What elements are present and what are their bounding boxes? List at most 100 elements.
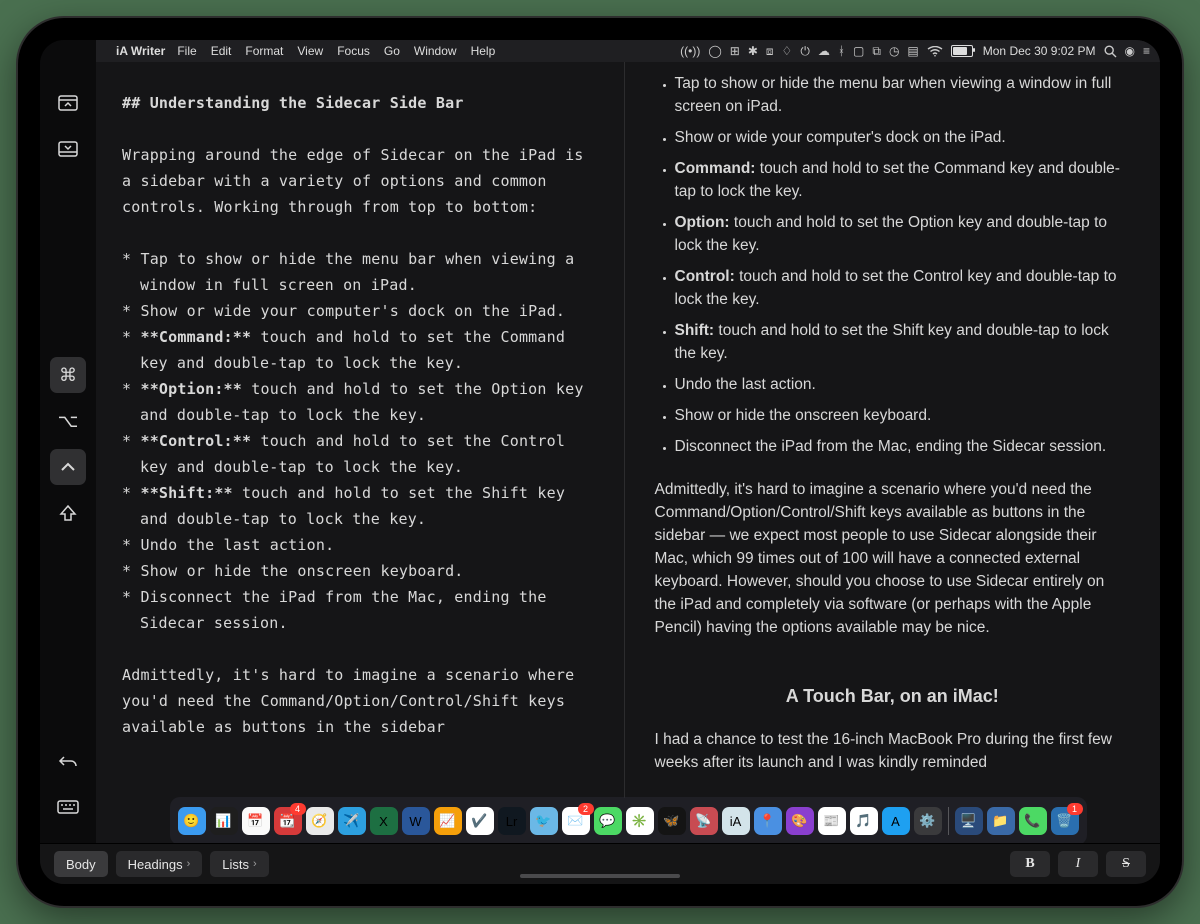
dock-app-excel[interactable]: X (370, 807, 398, 835)
editor-list-item: * Disconnect the iPad from the Mac, endi… (122, 584, 598, 636)
touchbar-italic-button[interactable]: I (1058, 851, 1098, 877)
dock-app-systemprefs[interactable]: ⚙️ (914, 807, 942, 835)
preview-list-item: Show or wide your computer's dock on the… (675, 126, 1131, 149)
dock-app-finder[interactable]: 🙂 (178, 807, 206, 835)
markdown-editor[interactable]: ## Understanding the Sidecar Side Bar Wr… (96, 62, 625, 798)
wifi-icon[interactable] (927, 46, 943, 57)
siri-icon[interactable]: ◉ (1125, 44, 1135, 58)
touchbar-lists-button[interactable]: Lists› (210, 851, 268, 877)
dock-app-trash[interactable]: 🗑️1 (1051, 807, 1079, 835)
menu-help[interactable]: Help (471, 44, 496, 58)
dock-badge: 4 (290, 803, 306, 815)
editor-list-item: * **Control:** touch and hold to set the… (122, 428, 598, 480)
dock-app-facetime[interactable]: 📞 (1019, 807, 1047, 835)
bluetooth-icon[interactable]: ᚼ (838, 44, 845, 58)
sidecar-dock-toggle[interactable] (50, 131, 86, 167)
touchbar-body-button[interactable]: Body (54, 851, 108, 877)
editor-list-item: * Show or hide the onscreen keyboard. (122, 558, 598, 584)
preview-list-item: Shift: touch and hold to set the Shift k… (675, 319, 1131, 365)
dock-app-calendar[interactable]: 📅 (242, 807, 270, 835)
mac-desktop: iA Writer File Edit Format View Focus Go… (96, 40, 1160, 844)
status-icon[interactable]: ▤ (907, 44, 918, 58)
notifications-icon[interactable]: ≡ (1143, 44, 1150, 58)
status-icon[interactable]: ⊞ (730, 44, 740, 58)
preview-list-item: Control: touch and hold to set the Contr… (675, 265, 1131, 311)
dock-app-desktop[interactable]: 🖥️ (955, 807, 983, 835)
spotlight-icon[interactable] (1104, 45, 1117, 58)
sidecar-undo-button[interactable] (50, 743, 86, 779)
dock-app-mail[interactable]: ✉️2 (562, 807, 590, 835)
touchbar-headings-button[interactable]: Headings› (116, 851, 203, 877)
editor-split: ## Understanding the Sidecar Side Bar Wr… (96, 62, 1160, 798)
dock-app-lightroom[interactable]: Lr (498, 807, 526, 835)
dock-app-safari[interactable]: 🧭 (306, 807, 334, 835)
sidecar-control-key[interactable] (50, 449, 86, 485)
sidecar-option-key[interactable]: ⌥ (50, 403, 86, 439)
dock-app-butterfly[interactable]: 🦋 (658, 807, 686, 835)
markdown-preview[interactable]: Tap to show or hide the menu bar when vi… (625, 62, 1161, 798)
menu-focus[interactable]: Focus (337, 44, 370, 58)
sidecar-shift-key[interactable] (50, 495, 86, 531)
editor-list-item: * **Shift:** touch and hold to set the S… (122, 480, 598, 532)
touchbar-strike-button[interactable]: S (1106, 851, 1146, 877)
preview-list-item: Option: touch and hold to set the Option… (675, 211, 1131, 257)
dock-app-stocks[interactable]: 📈 (434, 807, 462, 835)
dock-app-appstore[interactable]: A (882, 807, 910, 835)
sidecar-keyboard-button[interactable] (50, 789, 86, 825)
dropbox-icon[interactable]: ⧈ (766, 44, 774, 59)
airplay-icon[interactable]: ▢ (853, 44, 864, 58)
dock-app-tweetbot[interactable]: 🐦 (530, 807, 558, 835)
menu-edit[interactable]: Edit (211, 44, 232, 58)
editor-intro: Wrapping around the edge of Sidecar on t… (122, 142, 598, 220)
menubar-app-name[interactable]: iA Writer (116, 44, 165, 58)
dock-app-fantastical[interactable]: 📆4 (274, 807, 302, 835)
dock-app-things[interactable]: ✔️ (466, 807, 494, 835)
menu-go[interactable]: Go (384, 44, 400, 58)
menubar-clock[interactable]: Mon Dec 30 9:02 PM (983, 44, 1096, 58)
dock-app-messages[interactable]: 💬 (594, 807, 622, 835)
status-icon[interactable]: ♢ (782, 44, 793, 58)
dock-app-folder[interactable]: 📁 (987, 807, 1015, 835)
preview-heading: A Touch Bar, on an iMac! (655, 685, 1131, 708)
ipad-home-indicator[interactable] (520, 874, 680, 878)
macos-dock-area: 🙂📊📅📆4🧭✈️XW📈✔️Lr🐦✉️2💬✳️🦋📡iA📍🎨📰🎵A⚙️ 🖥️📁📞🗑️1 (96, 798, 1160, 844)
sidecar-menubar-toggle[interactable] (50, 85, 86, 121)
dock-app-word[interactable]: W (402, 807, 430, 835)
preview-list-item: Tap to show or hide the menu bar when vi… (675, 72, 1131, 118)
dock-app-news[interactable]: 📰 (818, 807, 846, 835)
dock-app-radar[interactable]: 📡 (690, 807, 718, 835)
menu-window[interactable]: Window (414, 44, 457, 58)
preview-list: Tap to show or hide the menu bar when vi… (655, 72, 1131, 458)
ipad-screen: ⌘ ⌥ iA Writer (40, 40, 1160, 884)
status-icon[interactable]: ((•)) (680, 44, 700, 58)
menu-view[interactable]: View (297, 44, 323, 58)
status-icon[interactable]: ◯ (708, 44, 721, 58)
status-icon[interactable]: ☁︎ (818, 44, 830, 58)
editor-list-item: * Undo the last action. (122, 532, 598, 558)
editor-outro: Admittedly, it's hard to imagine a scena… (122, 662, 598, 740)
editor-heading: ## Understanding the Sidecar Side Bar (122, 90, 598, 116)
status-icon[interactable]: ✱ (748, 44, 758, 58)
preview-list-item: Show or hide the onscreen keyboard. (675, 404, 1131, 427)
dock-app-activity[interactable]: 📊 (210, 807, 238, 835)
dock-app-slack[interactable]: ✳️ (626, 807, 654, 835)
macos-menubar[interactable]: iA Writer File Edit Format View Focus Go… (96, 40, 1160, 62)
editor-list-item: * **Option:** touch and hold to set the … (122, 376, 598, 428)
dock-badge: 2 (578, 803, 594, 815)
preview-list-item: Command: touch and hold to set the Comma… (675, 157, 1131, 203)
ipad-frame: ⌘ ⌥ iA Writer (18, 18, 1182, 906)
timemachine-icon[interactable]: ◷ (889, 44, 899, 58)
status-icon[interactable]: ⧉ (872, 44, 881, 59)
menu-file[interactable]: File (177, 44, 196, 58)
dock-app-iawriter[interactable]: iA (722, 807, 750, 835)
dock-app-music[interactable]: 🎵 (850, 807, 878, 835)
dock-app-maps[interactable]: 📍 (754, 807, 782, 835)
touchbar-bold-button[interactable]: B (1010, 851, 1050, 877)
dock-app-pixelmator[interactable]: 🎨 (786, 807, 814, 835)
menu-format[interactable]: Format (245, 44, 283, 58)
battery-icon[interactable] (951, 45, 973, 57)
dock-app-telegram[interactable]: ✈️ (338, 807, 366, 835)
sidecar-command-key[interactable]: ⌘ (50, 357, 86, 393)
status-icon[interactable]: ⏻ (800, 44, 810, 59)
macos-dock: 🙂📊📅📆4🧭✈️XW📈✔️Lr🐦✉️2💬✳️🦋📡iA📍🎨📰🎵A⚙️ 🖥️📁📞🗑️1 (170, 797, 1087, 845)
